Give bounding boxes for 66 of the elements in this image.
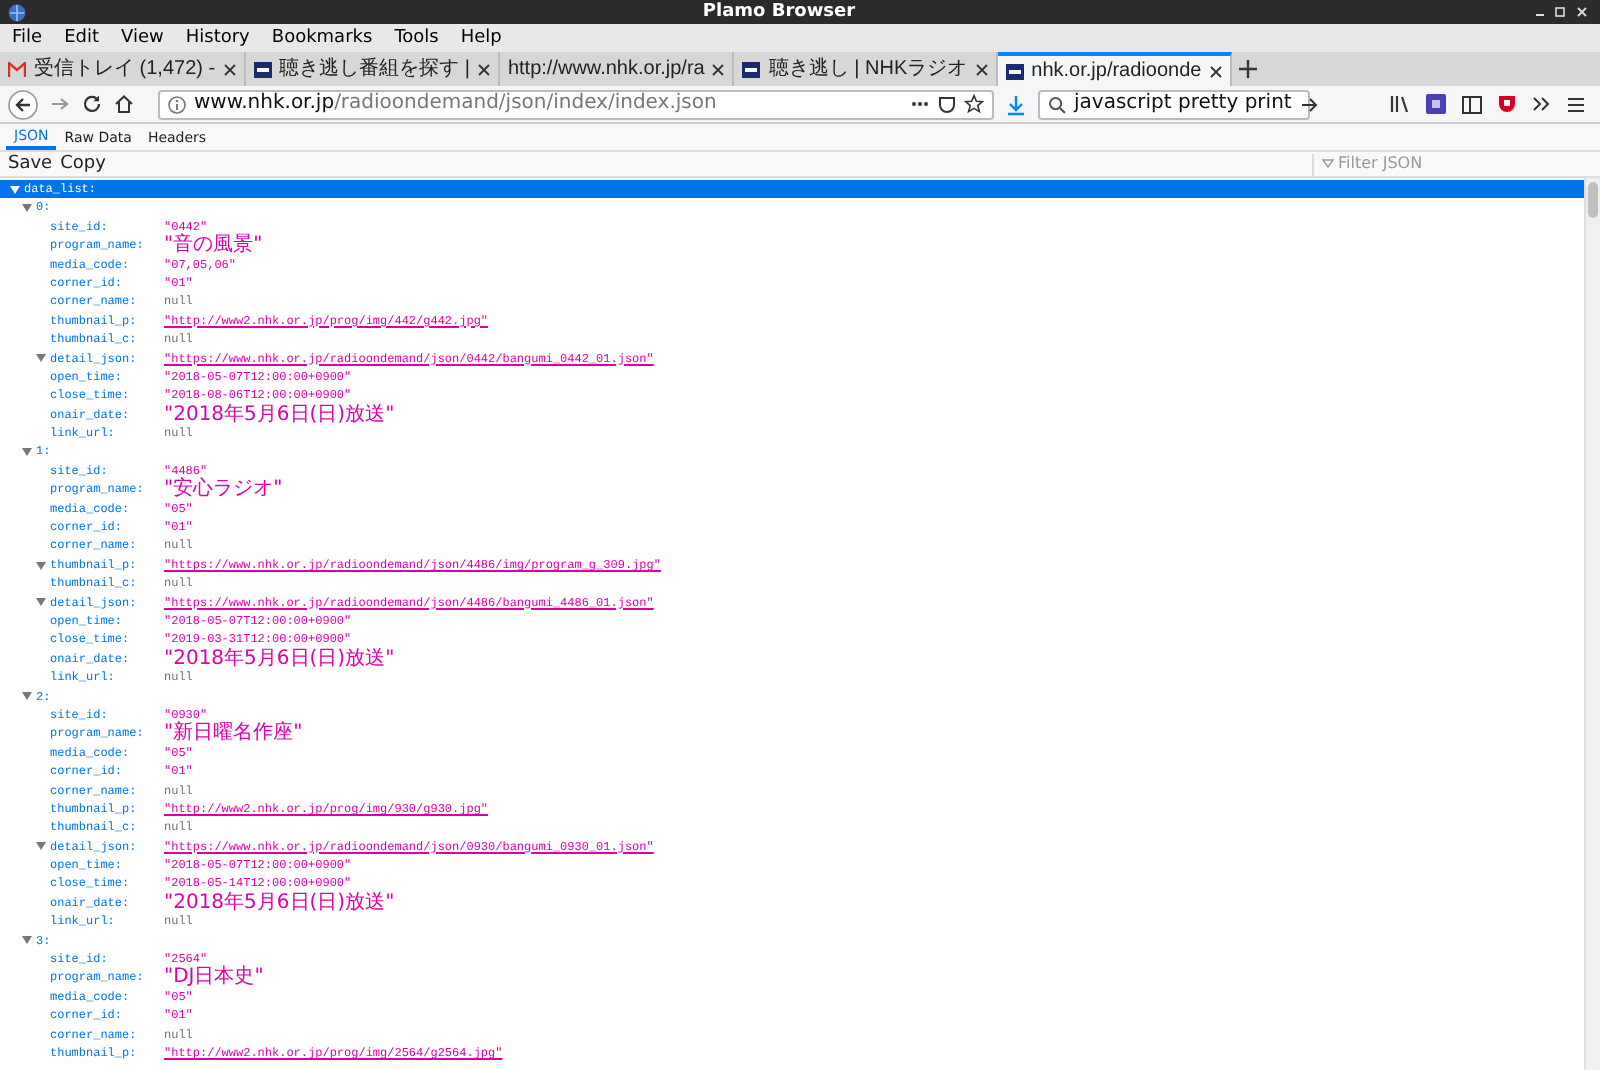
expand-arrow-icon[interactable] [36, 561, 46, 569]
home-icon[interactable] [114, 94, 134, 114]
expand-arrow-icon[interactable] [36, 598, 46, 607]
filter-field[interactable]: Filter JSON [1338, 154, 1592, 174]
close-icon[interactable] [975, 63, 988, 75]
globe-icon [8, 3, 26, 21]
site-icon [742, 61, 761, 77]
close-icon[interactable] [712, 63, 725, 75]
site-icon [253, 61, 272, 77]
back-icon[interactable] [8, 89, 38, 119]
close-icon[interactable] [477, 63, 490, 75]
browser-tab[interactable]: nhk.or.jp/radioonde [997, 52, 1232, 86]
site-icon [1005, 63, 1024, 79]
expand-arrow-icon[interactable] [22, 936, 32, 945]
shield-icon[interactable] [1498, 94, 1516, 114]
mail-icon [8, 61, 26, 77]
close-icon[interactable] [1209, 65, 1222, 77]
search-text: javascript pretty print [1074, 92, 1292, 116]
address-bar[interactable]: www.nhk.or.jp/radioondemand/json/index/index.json [158, 89, 994, 119]
scroll-thumb[interactable] [1588, 182, 1598, 218]
forward-icon[interactable] [50, 94, 70, 114]
json-value: "新日曜名作座" [164, 724, 303, 744]
menu-item[interactable]: Tools [394, 24, 439, 52]
menu-item[interactable]: History [185, 24, 250, 52]
json-value: "DJ日本史" [164, 968, 264, 988]
more-icon[interactable] [910, 100, 930, 108]
expand-arrow-icon[interactable] [36, 842, 46, 851]
expand-arrow-icon[interactable] [22, 692, 32, 701]
menu-item[interactable]: File [12, 24, 43, 52]
sidebar-icon[interactable] [1462, 95, 1482, 113]
browser-tab[interactable]: 聴き逃し番組を探す | [245, 52, 500, 86]
json-value: "音の風景" [164, 236, 263, 256]
star-icon[interactable] [964, 94, 984, 114]
json-value: "2018年5月6日(日)放送" [164, 893, 395, 913]
json-value: "2018年5月6日(日)放送" [164, 649, 395, 669]
toolbar-button[interactable]: Save [8, 153, 53, 175]
tab-title: nhk.or.jp/radioonde [1031, 59, 1202, 83]
expand-arrow-icon[interactable] [22, 448, 32, 457]
tab-title: 聴き逃し番組を探す | [279, 57, 470, 81]
url-text: www.nhk.or.jp/radioondemand/json/index/index.json [194, 92, 719, 116]
toolbar-button[interactable]: Copy [60, 153, 106, 175]
reload-icon[interactable] [82, 94, 102, 114]
tab-title: 聴き逃し | NHKラジオ [768, 57, 968, 81]
search-icon [1048, 95, 1066, 113]
menu-item[interactable]: View [121, 24, 164, 52]
menu-item[interactable]: Bookmarks [271, 24, 373, 52]
menu-item[interactable]: Edit [64, 24, 99, 52]
extension-icon[interactable] [1426, 94, 1446, 114]
tab-title: http://www.nhk.or.jp/ra [507, 57, 705, 81]
expand-arrow-icon[interactable] [36, 354, 46, 363]
scrollbar[interactable] [1584, 178, 1600, 1070]
json-value: "2018年5月6日(日)放送" [164, 405, 395, 425]
download-icon[interactable] [1006, 93, 1026, 115]
filter-icon [1322, 158, 1334, 170]
window-controls-icon [1532, 4, 1592, 20]
window-title: Plamo Browser [700, 0, 858, 24]
menu-item[interactable]: Help [460, 24, 502, 52]
close-icon[interactable] [223, 63, 236, 75]
menu-icon[interactable] [1566, 95, 1586, 113]
json-value: "安心ラジオ" [164, 480, 283, 500]
tab-title: 受信トレイ (1,472) - [34, 57, 216, 81]
go-arrow-icon[interactable] [1299, 95, 1320, 113]
overflow-icon[interactable] [1532, 96, 1550, 112]
shield-icon[interactable] [938, 95, 956, 113]
info-icon [168, 95, 186, 113]
library-icon[interactable] [1390, 94, 1410, 114]
